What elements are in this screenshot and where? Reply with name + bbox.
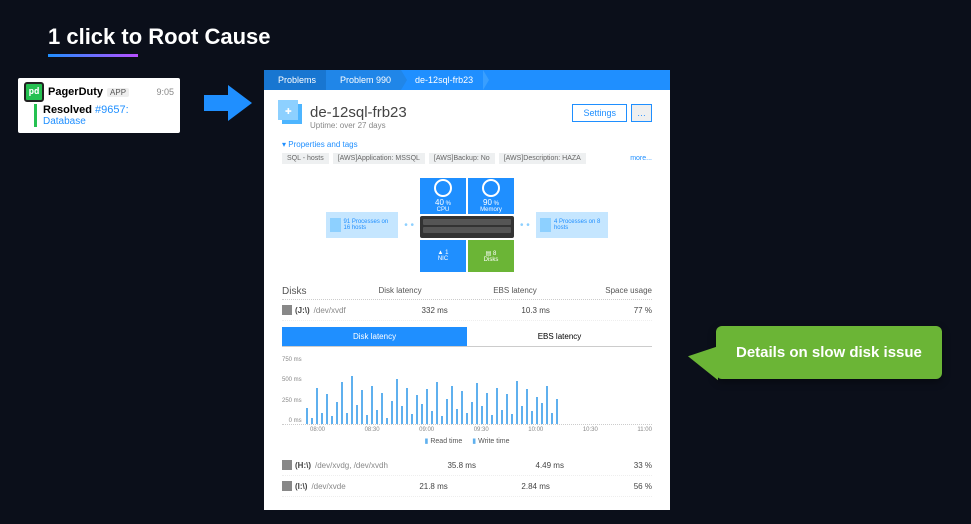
properties-toggle[interactable]: ▾ Properties and tags xyxy=(282,140,652,149)
x-axis: 08:00 08:30 09:00 09:30 10:00 10:30 11:0… xyxy=(282,427,652,433)
notification-time: 9:05 xyxy=(156,87,174,97)
settings-button[interactable]: Settings xyxy=(572,104,627,122)
drive-icon xyxy=(282,481,292,491)
slide-title: 1 click to Root Cause xyxy=(48,24,271,50)
disks-header: Disks Disk latency EBS latency Space usa… xyxy=(282,286,652,300)
tab-ebs-latency[interactable]: EBS latency xyxy=(467,327,652,347)
latency-chart[interactable]: 750 ms 500 ms 250 ms 0 ms xyxy=(282,357,652,425)
drive-icon xyxy=(282,460,292,470)
cpu-gauge[interactable]: 40 % CPU xyxy=(420,178,466,214)
disks-title: Disks xyxy=(282,286,306,297)
tags-row: SQL - hosts [AWS]Application: MSSQL [AWS… xyxy=(282,153,652,164)
connector-icon: • • xyxy=(404,220,414,231)
nic-tile[interactable]: ▲ 1 NIC xyxy=(420,240,466,272)
latency-tabs: Disk latency EBS latency xyxy=(282,327,652,347)
breadcrumb-problem-id[interactable]: Problem 990 xyxy=(326,70,401,90)
breadcrumb-problems[interactable]: Problems xyxy=(264,70,326,90)
chart-bars xyxy=(306,357,652,424)
host-name: de-12sql-frb23 xyxy=(310,104,407,121)
pagerduty-logo-icon: pd xyxy=(24,82,44,102)
drive-icon xyxy=(282,305,292,315)
disk-row[interactable]: (I:\) /dev/xvde 21.8 ms 2.84 ms 56 % xyxy=(282,476,652,497)
tag[interactable]: [AWS]Backup: No xyxy=(429,153,495,164)
disk-row[interactable]: (J:\) /dev/xvdf 332 ms 10.3 ms 77 % xyxy=(282,300,652,321)
topology-right-box[interactable]: 4 Processes on 8 hosts xyxy=(536,212,608,238)
memory-gauge[interactable]: 90 % Memory xyxy=(468,178,514,214)
service-link[interactable]: Database xyxy=(43,116,174,127)
tag[interactable]: [AWS]Application: MSSQL xyxy=(333,153,425,164)
tag[interactable]: SQL - hosts xyxy=(282,153,329,164)
title-underline xyxy=(48,54,138,57)
server-icon xyxy=(420,216,514,238)
breadcrumb-host[interactable]: de-12sql-frb23 xyxy=(401,70,483,90)
pagerduty-notification[interactable]: pd PagerDuty APP 9:05 Resolved #9657: Da… xyxy=(18,78,180,133)
dynatrace-panel: Problems Problem 990 de-12sql-frb23 de-1… xyxy=(264,70,670,510)
more-actions-button[interactable]: … xyxy=(631,104,652,122)
tab-disk-latency[interactable]: Disk latency xyxy=(282,327,467,347)
breadcrumb: Problems Problem 990 de-12sql-frb23 xyxy=(264,70,670,90)
pagerduty-app-name: PagerDuty xyxy=(48,86,103,98)
host-icon xyxy=(282,104,302,124)
status-label: Resolved xyxy=(43,104,92,116)
topology-diagram: 91 Processes on 16 hosts • • 40 % CPU 90… xyxy=(282,178,652,272)
host-uptime: Uptime: over 27 days xyxy=(310,121,407,130)
chart-legend: Read time Write time xyxy=(282,437,652,445)
more-tags-link[interactable]: more... xyxy=(630,155,652,162)
topology-left-box[interactable]: 91 Processes on 16 hosts xyxy=(326,212,398,238)
annotation-callout: Details on slow disk issue xyxy=(716,326,942,379)
connector-icon: • • xyxy=(520,220,530,231)
disks-tile[interactable]: ▤ 8 Disks xyxy=(468,240,514,272)
app-badge: APP xyxy=(107,88,129,97)
ticket-link[interactable]: #9657: xyxy=(95,104,129,116)
disk-row[interactable]: (H:\) /dev/xvdg, /dev/xvdh 35.8 ms 4.49 … xyxy=(282,455,652,476)
y-axis: 750 ms 500 ms 250 ms 0 ms xyxy=(282,357,302,424)
arrow-icon xyxy=(204,85,252,121)
tag[interactable]: [AWS]Description: HAZA xyxy=(499,153,586,164)
